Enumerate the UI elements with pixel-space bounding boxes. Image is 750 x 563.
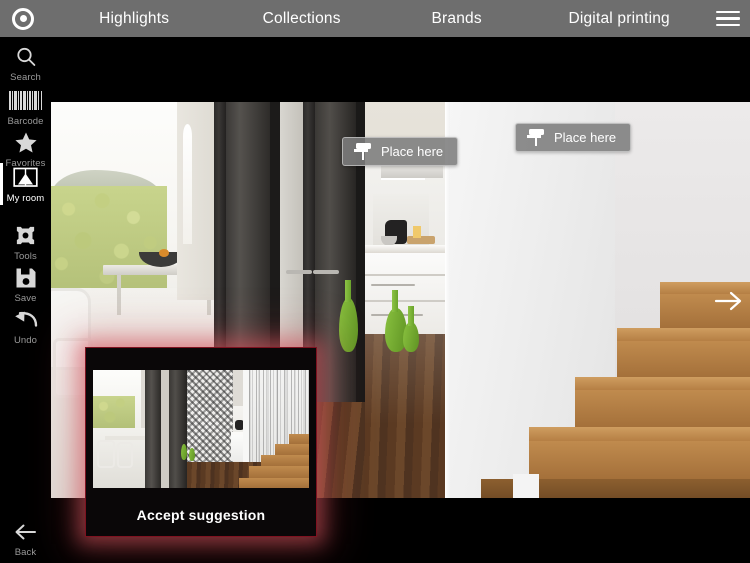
scene-table-leg [117,275,121,315]
thumb-stair [289,434,309,444]
search-icon [15,44,37,70]
sidebar-item-my-room[interactable]: My room [0,160,51,208]
top-navigation-bar: Highlights Collections Brands Digital pr… [0,0,750,37]
scene-cutting-board [407,236,435,244]
scene-pillar-highlight [183,124,192,244]
place-here-label: Place here [381,144,444,159]
barcode-bars [9,91,42,110]
scene-skirting [513,474,539,498]
app-logo[interactable] [0,0,47,37]
barcode-icon [9,88,42,114]
sidebar-item-tools[interactable]: Tools [0,220,51,264]
scene-stair-tread [529,427,750,441]
sidebar-item-search[interactable]: Search [0,39,51,87]
scene-door-handle [313,270,339,274]
nav-item-collections[interactable]: Collections [222,10,382,28]
scene-green-vase [403,322,419,352]
scene-stair-riser [575,390,750,427]
scene-stair-tread [617,328,750,341]
gear-icon [14,223,37,249]
thumb-chair [97,440,115,468]
hamburger-menu-icon[interactable] [707,0,750,37]
sidebar-item-label: Save [14,292,37,304]
scene-range-hood [381,164,443,178]
sidebar-item-save[interactable]: Save [0,262,51,306]
thumb-mosaic-wallpaper [187,370,233,462]
target-circle-logo [12,7,35,30]
sidebar-item-label: Barcode [7,115,44,127]
thumb-hedge [93,396,135,430]
scene-cabinet-seam [365,274,445,276]
sidebar-item-barcode[interactable]: Barcode [0,85,51,129]
place-here-button-kitchen-wall[interactable]: Place here [342,137,459,166]
thumb-stair [239,478,309,488]
thumb-stair [275,444,309,455]
hamburger-line [716,17,741,20]
scene-cabinet-seam [365,300,445,302]
suggestion-panel[interactable]: Accept suggestion [85,347,317,537]
undo-arrow-icon [13,307,38,333]
logo-center-dot [19,15,27,22]
accept-suggestion-label[interactable]: Accept suggestion [137,507,266,523]
place-here-label: Place here [554,130,617,145]
floppy-disk-icon [15,265,37,291]
app-root: Highlights Collections Brands Digital pr… [0,0,750,563]
thumb-door-glass [161,370,169,488]
scene-fruit [159,249,169,257]
left-sidebar: Search Barcode Favorites My room Tools S… [0,37,51,563]
sidebar-item-label: Search [10,71,41,83]
thumb-chair [117,442,133,468]
thumb-green-vase [189,448,195,461]
arrow-left-icon [13,519,38,545]
scene-green-vase [339,298,358,352]
scene-counter [365,245,445,253]
sidebar-item-undo[interactable]: Undo [0,304,51,348]
sidebar-item-label: Back [14,546,37,558]
scene-vase-neck [345,280,351,302]
sidebar-item-label: My room [6,192,45,204]
scene-hood-light [381,178,425,180]
suggestion-preview-thumbnail[interactable] [93,370,309,488]
scene-juice-glass [413,226,421,238]
hamburger-line [716,10,741,14]
scene-door-handle [286,270,312,274]
thumb-stair [261,455,309,466]
thumb-stair [249,466,309,478]
room-image-icon [13,165,38,191]
arrow-right-icon[interactable] [714,288,744,314]
scene-vase-neck [408,306,414,326]
nav-item-brands[interactable]: Brands [382,10,532,28]
nav-item-list: Highlights Collections Brands Digital pr… [47,0,707,37]
scene-hedge [51,186,167,291]
paint-roller-icon [527,129,545,146]
sidebar-item-label: Undo [13,334,38,346]
scene-vase-neck [392,290,398,312]
nav-item-highlights[interactable]: Highlights [47,10,222,28]
star-icon [14,130,38,156]
scene-stair-riser [617,341,750,377]
scene-cabinet-handle [371,284,415,286]
paint-roller-icon [354,143,372,160]
thumb-green-vase [181,444,187,460]
sidebar-item-back[interactable]: Back [0,516,51,560]
scene-stair-riser [529,441,750,479]
sidebar-item-label: Tools [14,250,37,262]
thumb-door-panel [145,370,161,488]
thumb-door-panel [169,370,187,488]
nav-item-digital-printing[interactable]: Digital printing [532,10,707,28]
hamburger-line [716,23,741,27]
scene-stair-tread [575,377,750,390]
place-here-button-hall-wall[interactable]: Place here [515,123,632,152]
